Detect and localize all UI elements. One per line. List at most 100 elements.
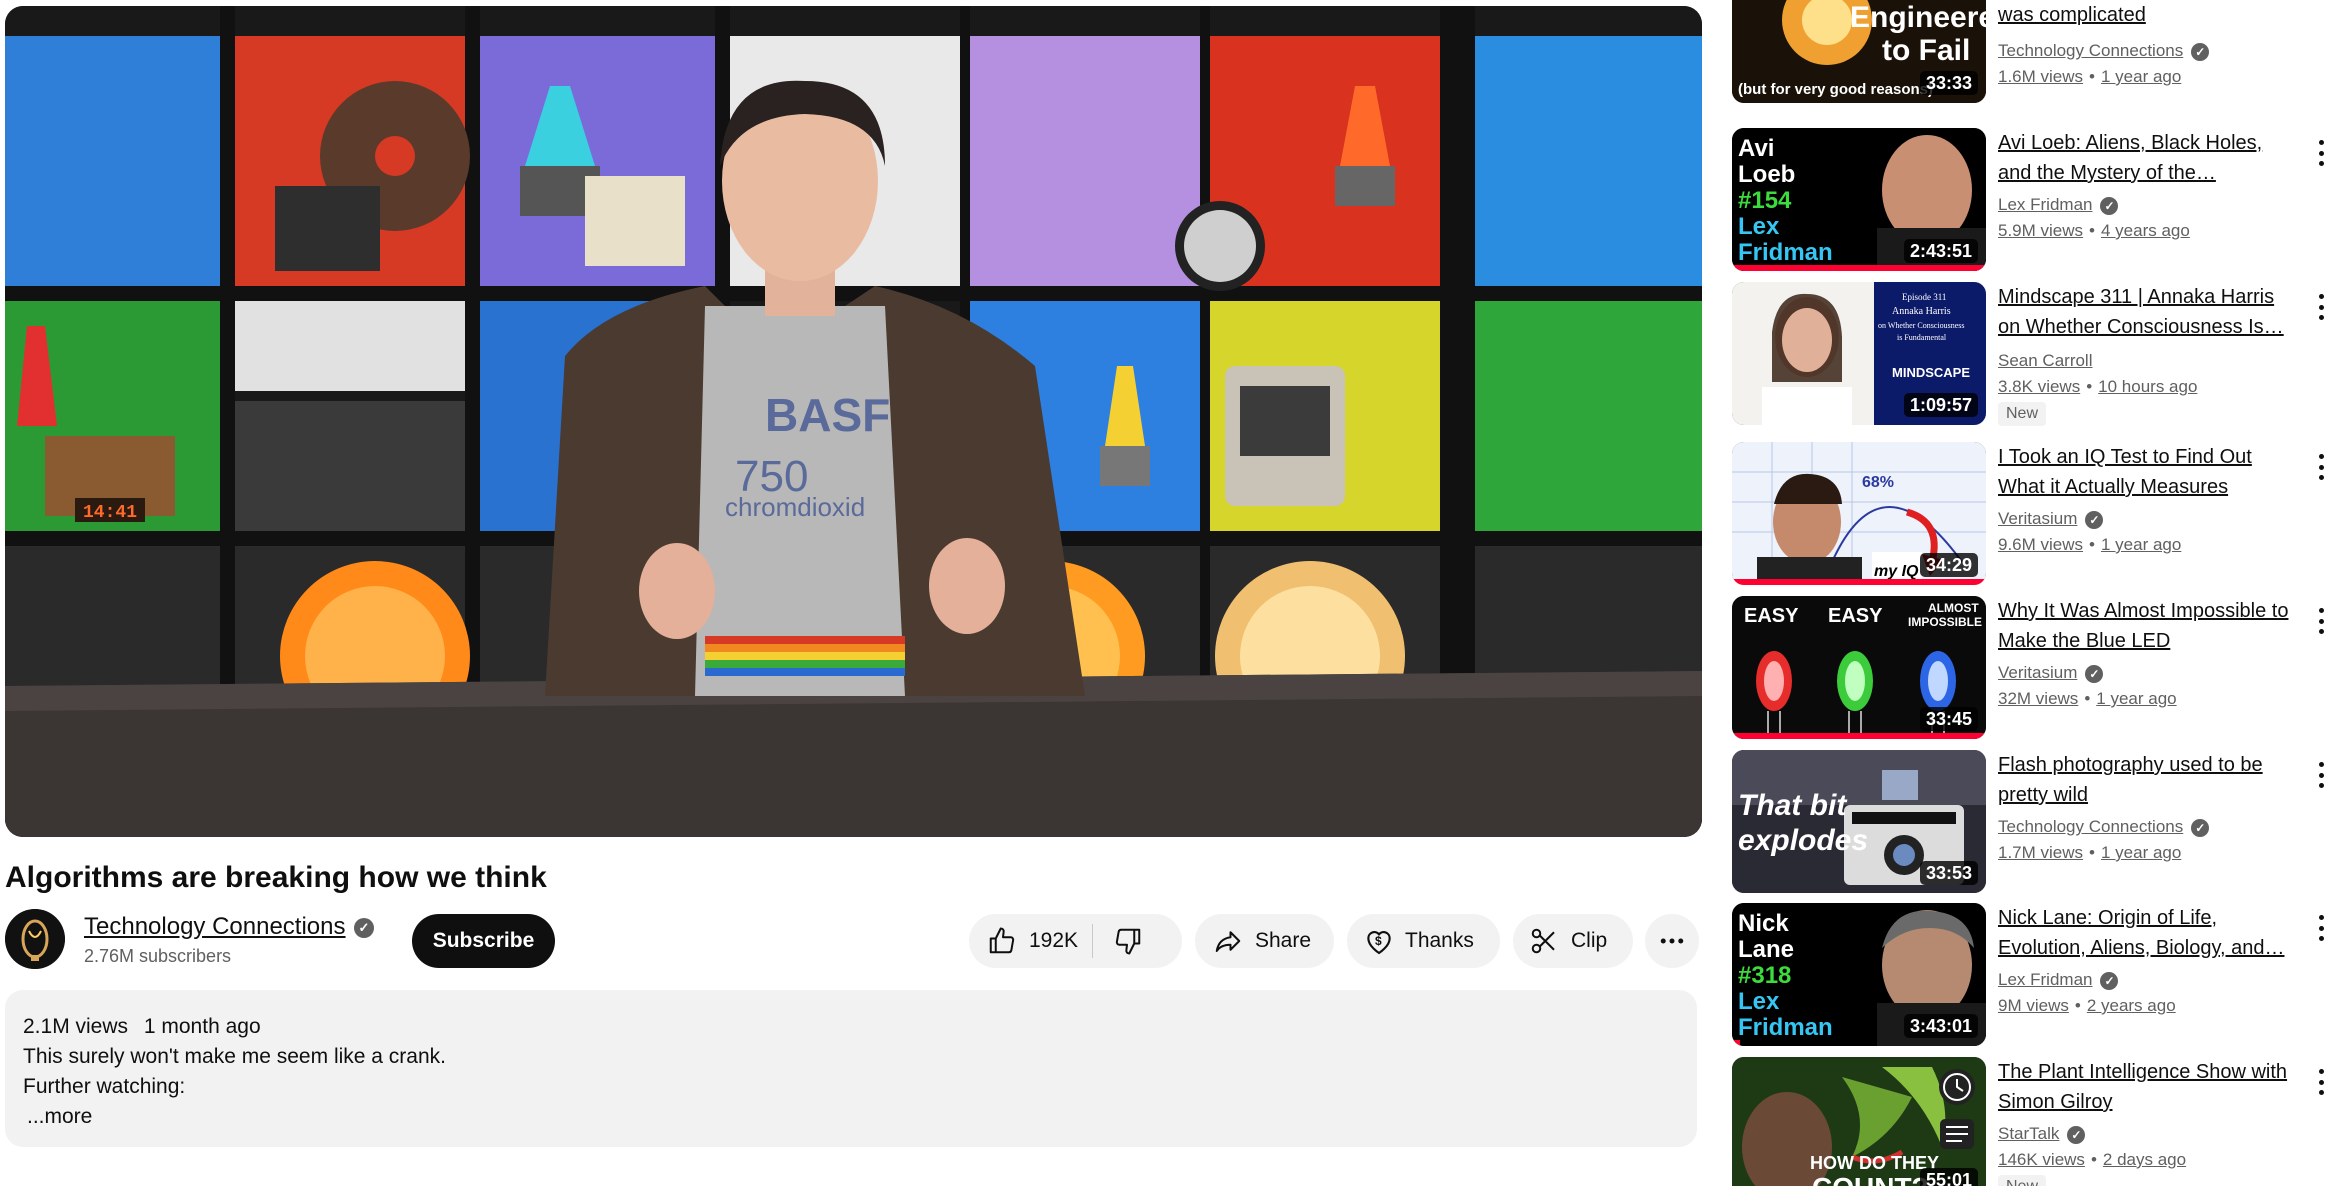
thumb-text: #154: [1738, 187, 1792, 214]
more-horizontal-icon: [1660, 938, 1684, 944]
show-more-link[interactable]: ...more: [27, 1102, 1679, 1132]
recommendation-item[interactable]: HOW DO THEY COUNT? 55:01 The Plant Intel…: [1732, 1057, 2341, 1186]
recommendation-thumbnail[interactable]: Nick Lane #318 Lex Fridman 3:43:01: [1732, 903, 1986, 1046]
thumb-text: Lex: [1738, 213, 1780, 240]
thumb-text: (but for very good reasons): [1738, 81, 1933, 98]
subscriber-count: 2.76M subscribers: [84, 946, 232, 966]
view-count: 2.1M views: [23, 1015, 129, 1038]
video-duration: 2:43:51: [1903, 239, 1978, 263]
recommendation-channel[interactable]: StarTalk ✓: [1998, 1123, 2086, 1145]
thumb-text: Fridman: [1738, 239, 1833, 266]
verified-check-icon: ✓: [2085, 510, 2104, 529]
thumb-text: Lex: [1738, 988, 1780, 1015]
recommendation-item[interactable]: That bit explodes 33:53 Flash photograph…: [1732, 750, 2341, 900]
thumb-text: Lane: [1738, 936, 1794, 963]
recommendation-item[interactable]: EASY EASY ALMOST IMPOSSIBLE 33:45 Why It…: [1732, 596, 2341, 746]
recommendation-item[interactable]: 68% my IQ 34:29 I Took an IQ Test to Fin…: [1732, 442, 2341, 592]
new-badge: New: [1998, 1175, 2047, 1186]
more-options-icon[interactable]: [2311, 604, 2331, 638]
recommendation-channel[interactable]: Technology Connections ✓: [1998, 816, 2210, 838]
upload-age: 1 month ago: [143, 1015, 261, 1038]
more-options-icon[interactable]: [2311, 911, 2331, 945]
description-line: Further watching:: [23, 1075, 186, 1098]
description-box[interactable]: 2.1M views 1 month ago This surely won't…: [5, 990, 1697, 1147]
like-button[interactable]: 192K: [969, 914, 1092, 968]
thumb-text: Annaka Harris: [1892, 306, 1951, 317]
verified-check-icon: ✓: [2191, 818, 2210, 837]
thanks-button[interactable]: $ Thanks: [1347, 914, 1500, 968]
thumb-text: Loeb: [1738, 161, 1795, 188]
thumb-text: Episode 311: [1902, 292, 1946, 302]
recommendation-channel[interactable]: Technology Connections ✓: [1998, 40, 2210, 62]
recommendation-item[interactable]: Episode 311 Annaka Harris on Whether Con…: [1732, 282, 2341, 432]
clip-button[interactable]: Clip: [1513, 914, 1633, 968]
channel-avatar[interactable]: [5, 909, 65, 969]
more-options-icon[interactable]: [2311, 1065, 2331, 1099]
recommendation-title[interactable]: Flash photography used to be pretty wild: [1998, 750, 2298, 810]
video-duration: 33:45: [1919, 707, 1978, 731]
recommendation-thumbnail[interactable]: Engineered to Fail (but for very good re…: [1732, 0, 1986, 103]
thumb-text: That bit: [1738, 789, 1848, 822]
recommendation-item[interactable]: Nick Lane #318 Lex Fridman 3:43:01 Nick …: [1732, 903, 2341, 1053]
recommendation-meta: 1.7M views • 1 year ago: [1998, 843, 2182, 862]
recommendation-channel[interactable]: Lex Fridman ✓: [1998, 969, 2119, 991]
more-options-icon[interactable]: [2311, 450, 2331, 484]
recommendation-meta: 9M views • 2 years ago: [1998, 996, 2176, 1015]
recommendation-thumbnail[interactable]: Avi Loeb #154 Lex Fridman 2:43:51: [1732, 128, 1986, 271]
recommendation-title[interactable]: Avi Loeb: Aliens, Black Holes, and the M…: [1998, 128, 2298, 188]
recommendation-meta: 1.6M views • 1 year ago: [1998, 67, 2182, 86]
svg-text:$: $: [1375, 934, 1382, 948]
video-player[interactable]: 14:41 BASF 750 chromdioxid: [5, 6, 1702, 837]
thumb-text: Nick: [1738, 910, 1789, 937]
thumb-text: EASY: [1744, 605, 1799, 627]
share-arrow-icon: [1215, 931, 1241, 952]
thanks-label: Thanks: [1405, 929, 1474, 952]
share-button[interactable]: Share: [1195, 914, 1334, 968]
recommendation-item[interactable]: Engineered to Fail (but for very good re…: [1732, 0, 2341, 110]
recommendation-title[interactable]: Mindscape 311 | Annaka Harris on Whether…: [1998, 282, 2298, 342]
recommendation-title[interactable]: The Plant Intelligence Show with Simon G…: [1998, 1057, 2298, 1117]
recommendation-thumbnail[interactable]: 68% my IQ 34:29: [1732, 442, 1986, 585]
player-shirt-sub: chromdioxid: [725, 492, 865, 522]
watch-progress-bar: [1732, 1040, 1740, 1046]
recommendation-thumbnail[interactable]: EASY EASY ALMOST IMPOSSIBLE 33:45: [1732, 596, 1986, 739]
video-duration: 33:53: [1919, 861, 1978, 885]
dislike-button[interactable]: [1093, 914, 1143, 968]
recommendation-title[interactable]: I Took an IQ Test to Find Out What it Ac…: [1998, 442, 2298, 502]
verified-check-icon: ✓: [2085, 664, 2104, 683]
thumb-text: is Fundamental: [1897, 333, 1947, 342]
recommendation-thumbnail[interactable]: That bit explodes 33:53: [1732, 750, 1986, 893]
like-dislike-group: 192K: [969, 914, 1182, 968]
thumb-text: my IQ: [1874, 563, 1919, 580]
video-duration: 34:29: [1919, 553, 1978, 577]
recommendation-title[interactable]: Nick Lane: Origin of Life, Evolution, Al…: [1998, 903, 2298, 963]
channel-name-link[interactable]: Technology Connections: [84, 912, 346, 942]
recommendation-meta: 9.6M views • 1 year ago: [1998, 535, 2182, 554]
recommendation-title[interactable]: Why It Was Almost Impossible to Make the…: [1998, 596, 2298, 656]
recommendation-channel[interactable]: Lex Fridman ✓: [1998, 194, 2119, 216]
thumb-text: IMPOSSIBLE: [1908, 615, 1982, 629]
thumb-text: #318: [1738, 962, 1791, 989]
recommendation-channel[interactable]: Veritasium ✓: [1998, 508, 2104, 530]
recommendation-title[interactable]: was complicated: [1998, 0, 2298, 30]
more-options-icon[interactable]: [2311, 136, 2331, 170]
share-label: Share: [1255, 929, 1312, 952]
description-line: This surely won't make me seem like a cr…: [23, 1045, 446, 1068]
recommendation-item[interactable]: Avi Loeb #154 Lex Fridman 2:43:51 Avi Lo…: [1732, 128, 2341, 278]
thumb-text: on Whether Consciousness: [1878, 321, 1965, 330]
recommendation-thumbnail[interactable]: Episode 311 Annaka Harris on Whether Con…: [1732, 282, 1986, 425]
thumb-text: Avi: [1738, 135, 1774, 162]
recommendation-meta: 146K views • 2 days ago: [1998, 1150, 2187, 1169]
video-duration: 1:09:57: [1903, 393, 1978, 417]
verified-check-icon: ✓: [2067, 1125, 2086, 1144]
watch-progress-bar: [1732, 265, 1986, 271]
thumbnail-image: HOW DO THEY COUNT?: [1732, 1057, 1986, 1186]
video-duration: 33:33: [1919, 71, 1978, 95]
recommendation-channel[interactable]: Sean Carroll: [1998, 350, 2093, 372]
recommendation-thumbnail[interactable]: HOW DO THEY COUNT? 55:01: [1732, 1057, 1986, 1186]
recommendation-channel[interactable]: Veritasium ✓: [1998, 662, 2104, 684]
more-options-icon[interactable]: [2311, 290, 2331, 324]
more-options-icon[interactable]: [2311, 758, 2331, 792]
more-actions-button[interactable]: [1645, 914, 1699, 968]
subscribe-button[interactable]: Subscribe: [412, 914, 555, 968]
